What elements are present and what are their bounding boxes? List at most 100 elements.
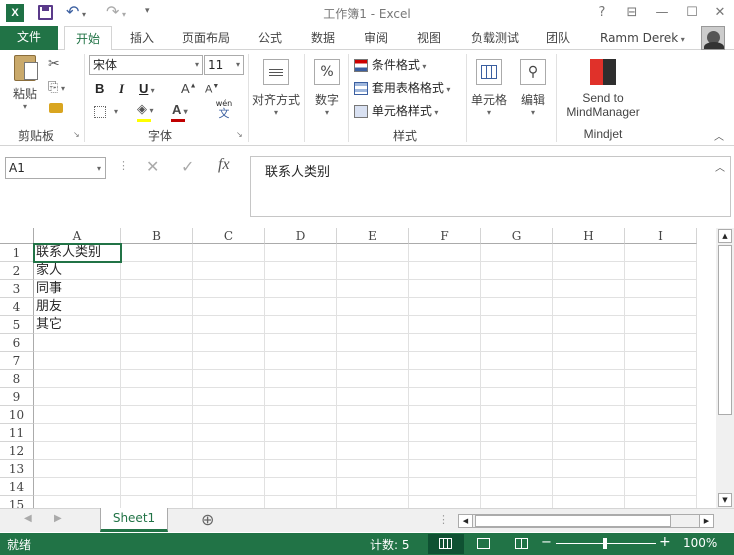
cell-d15[interactable]: [265, 496, 337, 508]
cancel-icon[interactable]: ✕: [146, 157, 159, 176]
cell-g15[interactable]: [481, 496, 553, 508]
cell-g3[interactable]: [481, 280, 553, 298]
cell-i11[interactable]: [625, 424, 697, 442]
cell-d8[interactable]: [265, 370, 337, 388]
cell-c5[interactable]: [193, 316, 265, 334]
zoom-in-button[interactable]: +: [659, 534, 671, 550]
font-name-select[interactable]: 宋体 ▾: [89, 55, 203, 75]
row-header-13[interactable]: 13: [0, 460, 34, 478]
cell-d7[interactable]: [265, 352, 337, 370]
horizontal-scrollbar[interactable]: ◀ ▶: [458, 514, 714, 528]
row-header-3[interactable]: 3: [0, 280, 34, 298]
cell-h11[interactable]: [553, 424, 625, 442]
column-header-d[interactable]: D: [265, 228, 337, 244]
cell-b11[interactable]: [121, 424, 193, 442]
tab-insert[interactable]: 插入: [122, 26, 162, 50]
cell-a11[interactable]: [34, 424, 121, 442]
border-dropdown[interactable]: ▾: [114, 107, 118, 116]
cell-i5[interactable]: [625, 316, 697, 334]
tab-team[interactable]: 团队: [538, 26, 578, 50]
italic-button[interactable]: I: [119, 81, 124, 97]
shrink-font-button[interactable]: A▼: [205, 83, 219, 96]
cell-g8[interactable]: [481, 370, 553, 388]
normal-view-icon[interactable]: [428, 534, 464, 554]
cell-e10[interactable]: [337, 406, 409, 424]
row-header-7[interactable]: 7: [0, 352, 34, 370]
new-sheet-button[interactable]: ⊕: [201, 510, 214, 529]
font-launcher-icon[interactable]: ↘: [236, 130, 243, 139]
avatar[interactable]: [701, 26, 725, 50]
cell-h4[interactable]: [553, 298, 625, 316]
cell-a12[interactable]: [34, 442, 121, 460]
copy-icon[interactable]: ⎘ ▾: [48, 80, 65, 95]
cell-b9[interactable]: [121, 388, 193, 406]
cell-f12[interactable]: [409, 442, 481, 460]
cell-a3[interactable]: 同事: [34, 280, 121, 298]
worksheet-grid[interactable]: ABCDEFGHI 1 2 3 4 5 6 7 8 9 10 11 12 13 14 15 联系人类别 家人同…: [0, 228, 716, 508]
send-to-mindmanager-button[interactable]: Send to MindManager: [560, 54, 646, 124]
minimize-button[interactable]: —: [650, 2, 674, 24]
cell-c13[interactable]: [193, 460, 265, 478]
cell-g6[interactable]: [481, 334, 553, 352]
cell-h8[interactable]: [553, 370, 625, 388]
cell-d10[interactable]: [265, 406, 337, 424]
row-header-10[interactable]: 10: [0, 406, 34, 424]
cell-b8[interactable]: [121, 370, 193, 388]
cell-e9[interactable]: [337, 388, 409, 406]
format-painter-icon[interactable]: [49, 103, 63, 113]
cell-h14[interactable]: [553, 478, 625, 496]
phonetic-guide-button[interactable]: wén 文: [212, 99, 236, 120]
cell-b6[interactable]: [121, 334, 193, 352]
cell-c7[interactable]: [193, 352, 265, 370]
cell-b10[interactable]: [121, 406, 193, 424]
cell-b12[interactable]: [121, 442, 193, 460]
font-color-button[interactable]: A ▾: [172, 102, 188, 117]
cell-e11[interactable]: [337, 424, 409, 442]
row-header-4[interactable]: 4: [0, 298, 34, 316]
underline-button[interactable]: U ▾: [139, 81, 155, 96]
cell-c2[interactable]: [193, 262, 265, 280]
cell-e14[interactable]: [337, 478, 409, 496]
row-header-6[interactable]: 6: [0, 334, 34, 352]
cell-d2[interactable]: [265, 262, 337, 280]
cell-f11[interactable]: [409, 424, 481, 442]
cell-d9[interactable]: [265, 388, 337, 406]
tab-view[interactable]: 视图: [409, 26, 449, 50]
fill-color-button[interactable]: ◈ ▾: [137, 102, 154, 117]
row-header-2[interactable]: 2: [0, 262, 34, 280]
cell-a2[interactable]: 家人: [34, 262, 121, 280]
row-header-5[interactable]: 5: [0, 316, 34, 334]
column-header-h[interactable]: H: [553, 228, 625, 244]
cell-g13[interactable]: [481, 460, 553, 478]
row-header-15[interactable]: 15: [0, 496, 34, 508]
grow-font-button[interactable]: A▲: [181, 81, 197, 96]
cell-d13[interactable]: [265, 460, 337, 478]
user-name[interactable]: Ramm Derek ▾: [600, 26, 694, 50]
cell-d3[interactable]: [265, 280, 337, 298]
cell-e8[interactable]: [337, 370, 409, 388]
cell-i1[interactable]: [625, 244, 697, 262]
cell-a7[interactable]: [34, 352, 121, 370]
cell-a15[interactable]: [34, 496, 121, 508]
cell-f3[interactable]: [409, 280, 481, 298]
column-header-i[interactable]: I: [625, 228, 697, 244]
expand-formula-icon[interactable]: ︿: [715, 159, 725, 174]
zoom-out-button[interactable]: −: [541, 535, 552, 550]
cell-c14[interactable]: [193, 478, 265, 496]
clipboard-launcher-icon[interactable]: ↘: [73, 130, 80, 139]
scroll-up-icon[interactable]: ▲: [718, 229, 732, 243]
cell-e5[interactable]: [337, 316, 409, 334]
cell-f14[interactable]: [409, 478, 481, 496]
cell-f13[interactable]: [409, 460, 481, 478]
cell-h12[interactable]: [553, 442, 625, 460]
cell-d5[interactable]: [265, 316, 337, 334]
tab-home[interactable]: 开始: [64, 26, 112, 51]
page-layout-view-icon[interactable]: [477, 538, 490, 549]
cell-e15[interactable]: [337, 496, 409, 508]
select-all-corner[interactable]: [0, 228, 34, 244]
cell-a8[interactable]: [34, 370, 121, 388]
cell-b14[interactable]: [121, 478, 193, 496]
cell-d4[interactable]: [265, 298, 337, 316]
cell-c11[interactable]: [193, 424, 265, 442]
row-header-12[interactable]: 12: [0, 442, 34, 460]
